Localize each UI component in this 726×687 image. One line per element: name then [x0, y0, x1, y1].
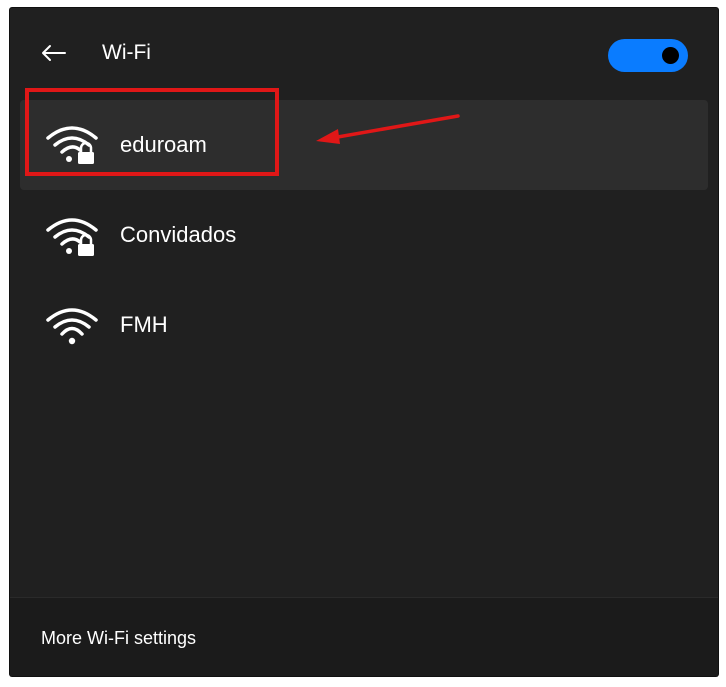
toggle-knob [662, 47, 679, 64]
network-label-convidados: Convidados [120, 222, 237, 247]
back-button[interactable] [38, 38, 68, 68]
annotation-arrow-icon [316, 114, 460, 144]
wifi-toggle[interactable] [608, 39, 688, 72]
wifi-header: Wi-Fi [10, 8, 718, 98]
more-wifi-settings-link[interactable]: More Wi-Fi settings [41, 628, 196, 649]
network-item-fmh[interactable]: FMH [20, 280, 708, 370]
back-arrow-icon [42, 45, 66, 61]
annotation-highlight-box [25, 88, 279, 176]
page-title: Wi-Fi [102, 41, 151, 64]
wifi-icon [46, 308, 98, 345]
wifi-footer: More Wi-Fi settings [10, 597, 718, 676]
network-item-convidados[interactable]: Convidados [20, 190, 708, 280]
wifi-secured-icon [46, 218, 98, 256]
network-label-fmh: FMH [120, 312, 168, 337]
